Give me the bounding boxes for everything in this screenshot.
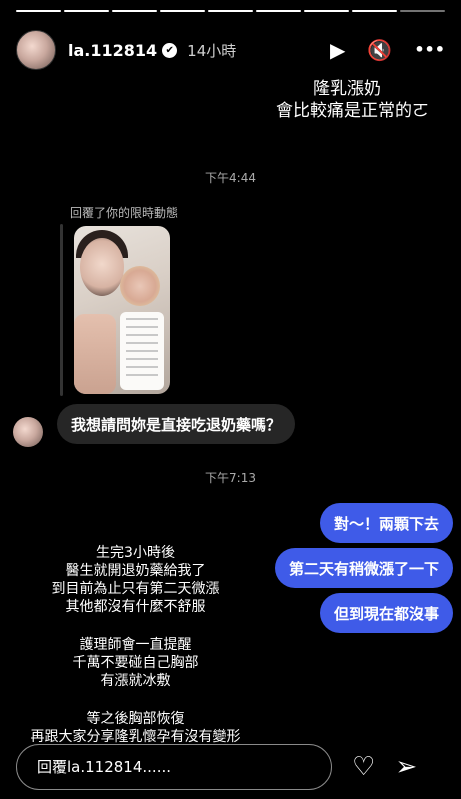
progress-segment [112,10,157,12]
story-text-line2: 會比較痛是正常的ㄛ [276,101,429,121]
overlay-text-block: 生完3小時後 醫生就開退奶藥給我了 到目前為止只有第二天微漲 其他都沒有什麼不舒… [0,544,271,616]
story-progress-bar [16,10,445,12]
post-time: 14小時 [187,41,237,60]
progress-segment [352,10,397,12]
progress-segment [64,10,109,12]
overlay-line: 有漲就冰敷 [100,673,171,689]
incoming-message-bubble: 我想請問妳是直接吃退奶藥嗎？ [57,404,296,444]
outgoing-message-bubble: 對～！兩顆下去 [319,503,453,543]
overlay-line: 其他都沒有什麼不舒服 [65,599,206,615]
progress-segment [208,10,253,12]
overlay-line: 護理師會一直提醒 [79,637,192,653]
sender-avatar [13,417,43,447]
play-icon[interactable]: ▶ [330,40,345,60]
overlay-line: 生完3小時後 [96,545,175,561]
outgoing-message-bubble: 第二天有稍微漲了一下 [274,548,453,588]
mute-icon[interactable]: 🔇 [367,40,392,60]
progress-segment [160,10,205,12]
avatar[interactable] [16,30,56,70]
overlay-line: 等之後胸部恢復 [86,711,185,727]
username[interactable]: la.112814 [68,41,157,60]
story-header: la.112814 ✔ 14小時 ▶ 🔇 ••• [16,30,445,70]
overlay-text-block: 等之後胸部恢復 再跟大家分享隆乳懷孕有沒有變形 [0,710,271,746]
send-icon[interactable]: ➢ [395,754,417,780]
overlay-text-block: 護理師會一直提醒 千萬不要碰自己胸部 有漲就冰敷 [0,636,271,690]
heart-icon[interactable]: ♡ [352,754,375,780]
verified-badge-icon: ✔ [162,42,178,58]
reply-quote-bar [60,224,63,396]
story-text-line1: 隆乳漲奶 [313,79,381,99]
reply-label: 回覆了你的限時動態 [70,206,179,220]
overlay-line: 醫生就開退奶藥給我了 [65,563,206,579]
more-options-icon[interactable]: ••• [414,42,445,58]
overlay-line: 到目前為止只有第二天微漲 [51,581,220,597]
progress-segment [400,10,445,12]
timestamp: 下午4:44 [205,171,256,185]
progress-segment [16,10,61,12]
progress-segment [304,10,349,12]
reply-input[interactable] [16,744,332,790]
timestamp: 下午7:13 [205,471,256,485]
story-thumbnail[interactable] [74,226,170,394]
outgoing-message-bubble: 但到現在都沒事 [319,593,453,633]
progress-segment [256,10,301,12]
overlay-line: 千萬不要碰自己胸部 [72,655,199,671]
reply-bar: ♡ ➢ [16,743,445,791]
